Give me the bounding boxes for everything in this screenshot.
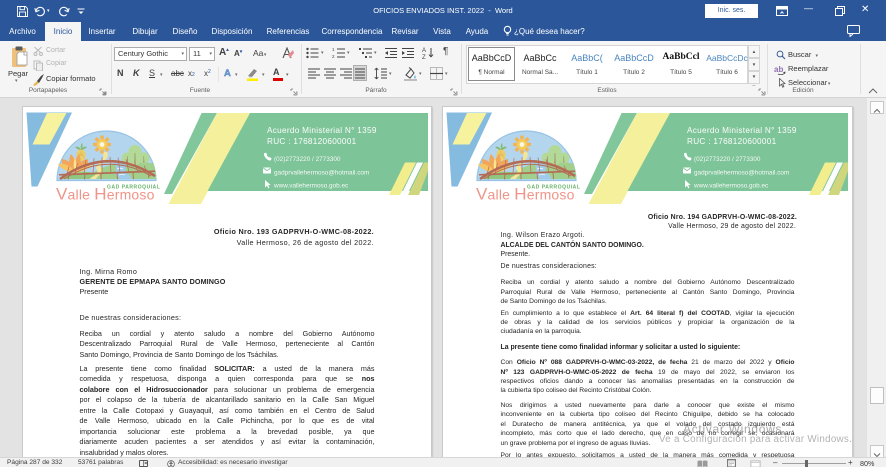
svg-text:gadprvallehermoso@hotmail.com: gadprvallehermoso@hotmail.com [694, 170, 789, 177]
svg-text:Z: Z [422, 55, 426, 59]
svg-text:RUC : 1768120600001: RUC : 1768120600001 [267, 137, 357, 146]
svg-text:ab: ab [774, 65, 783, 74]
svg-text:www.vallehermoso.gob.ec: www.vallehermoso.gob.ec [693, 183, 769, 190]
svg-text:www.vallehermoso.gob.ec: www.vallehermoso.gob.ec [273, 183, 349, 190]
svg-text:GAD PARROQUIAL: GAD PARROQUIAL [107, 185, 160, 191]
svg-text:(02)2773220 / 2773300: (02)2773220 / 2773300 [694, 156, 761, 163]
svg-text:1: 1 [332, 47, 335, 52]
svg-text:RUC : 1768120600001: RUC : 1768120600001 [687, 137, 777, 146]
svg-text:(02)2773220 / 2773300: (02)2773220 / 2773300 [274, 156, 341, 163]
svg-text:Acuerdo Ministerial N° 1359: Acuerdo Ministerial N° 1359 [687, 126, 797, 135]
svg-text:2: 2 [332, 54, 335, 59]
svg-text:gadprvallehermoso@hotmail.com: gadprvallehermoso@hotmail.com [274, 170, 369, 177]
svg-text:A: A [422, 48, 426, 54]
svg-text:GAD PARROQUIAL: GAD PARROQUIAL [527, 185, 580, 191]
svg-text:Acuerdo Ministerial N° 1359: Acuerdo Ministerial N° 1359 [267, 126, 377, 135]
